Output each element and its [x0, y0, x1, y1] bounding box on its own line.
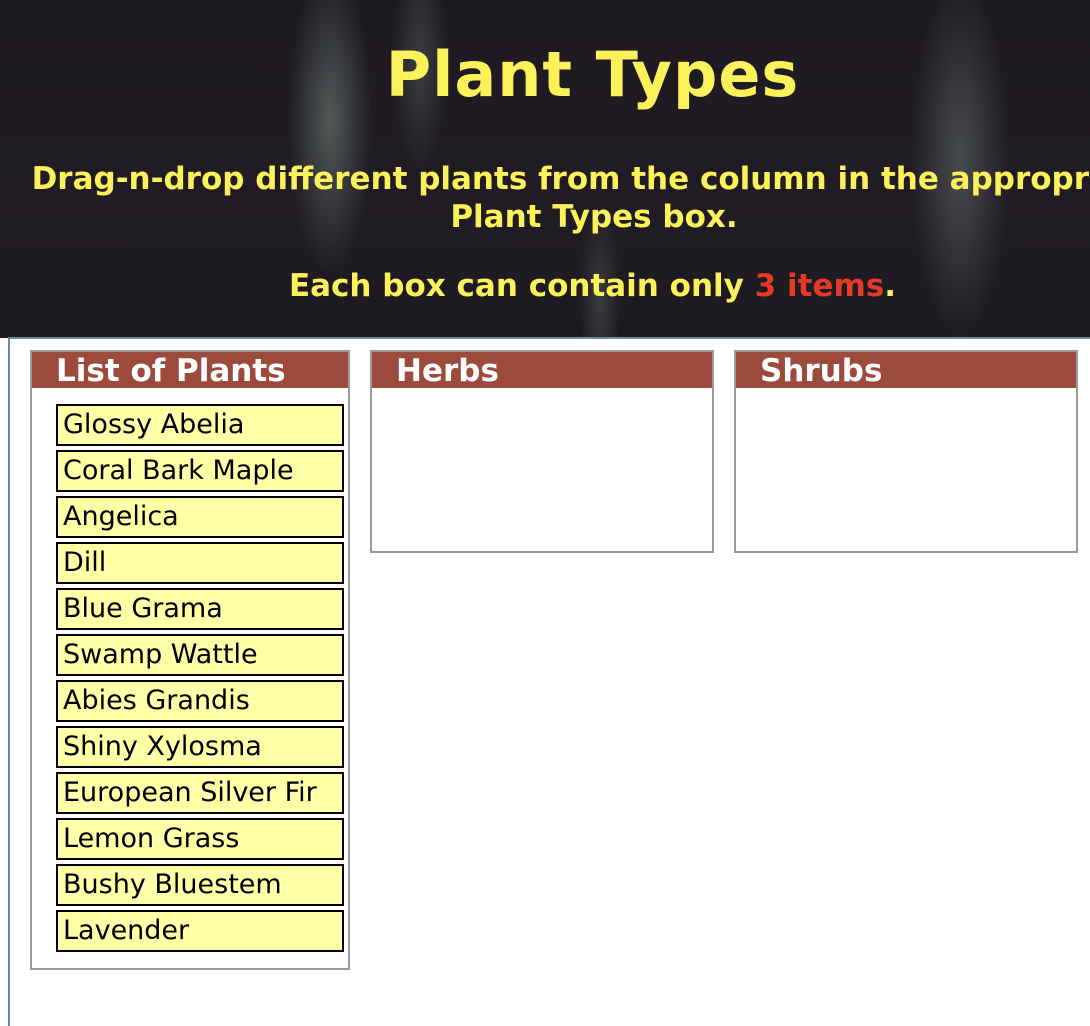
instructions-line-2: Plant Types box.	[450, 199, 738, 235]
draggable-plant-item[interactable]: Bushy Bluestem	[56, 864, 344, 906]
plant-list-panel[interactable]: List of Plants Glossy Abelia Coral Bark …	[30, 350, 350, 970]
page-title: Plant Types	[385, 38, 800, 111]
herbs-drop-zone[interactable]	[372, 388, 712, 551]
shrubs-drop-zone[interactable]	[736, 388, 1076, 551]
draggable-plant-item[interactable]: Swamp Wattle	[56, 634, 344, 676]
draggable-plant-item[interactable]: Shiny Xylosma	[56, 726, 344, 768]
herbs-drop-panel[interactable]: Herbs	[370, 350, 714, 553]
draggable-plant-item[interactable]: Dill	[56, 542, 344, 584]
limit-suffix: .	[884, 268, 897, 304]
instructions-text: Drag-n-drop different plants from the co…	[14, 160, 1090, 236]
draggable-plant-item[interactable]: Angelica	[56, 496, 344, 538]
instructions-line-1: Drag-n-drop different plants from the co…	[31, 161, 1090, 197]
draggable-plant-item[interactable]: Abies Grandis	[56, 680, 344, 722]
draggable-plant-item[interactable]: Coral Bark Maple	[56, 450, 344, 492]
draggable-plant-item[interactable]: Glossy Abelia	[56, 404, 344, 446]
draggable-plant-item[interactable]: Lemon Grass	[56, 818, 344, 860]
item-limit-text: Each box can contain only 3 items.	[0, 268, 1090, 304]
limit-prefix: Each box can contain only	[288, 268, 755, 304]
shrubs-drop-panel[interactable]: Shrubs	[734, 350, 1078, 553]
draggable-plant-item[interactable]: European Silver Fir	[56, 772, 344, 814]
shrubs-heading: Shrubs	[736, 352, 1076, 389]
limit-count: 3 items	[754, 268, 885, 304]
draggable-plant-item[interactable]: Lavender	[56, 910, 344, 952]
herbs-heading: Herbs	[372, 352, 712, 389]
header-banner: Plant Types Drag-n-drop different plants…	[0, 0, 1090, 338]
plant-list: Glossy Abelia Coral Bark Maple Angelica …	[56, 404, 344, 956]
plant-list-heading: List of Plants	[32, 352, 348, 389]
draggable-plant-item[interactable]: Blue Grama	[56, 588, 344, 630]
